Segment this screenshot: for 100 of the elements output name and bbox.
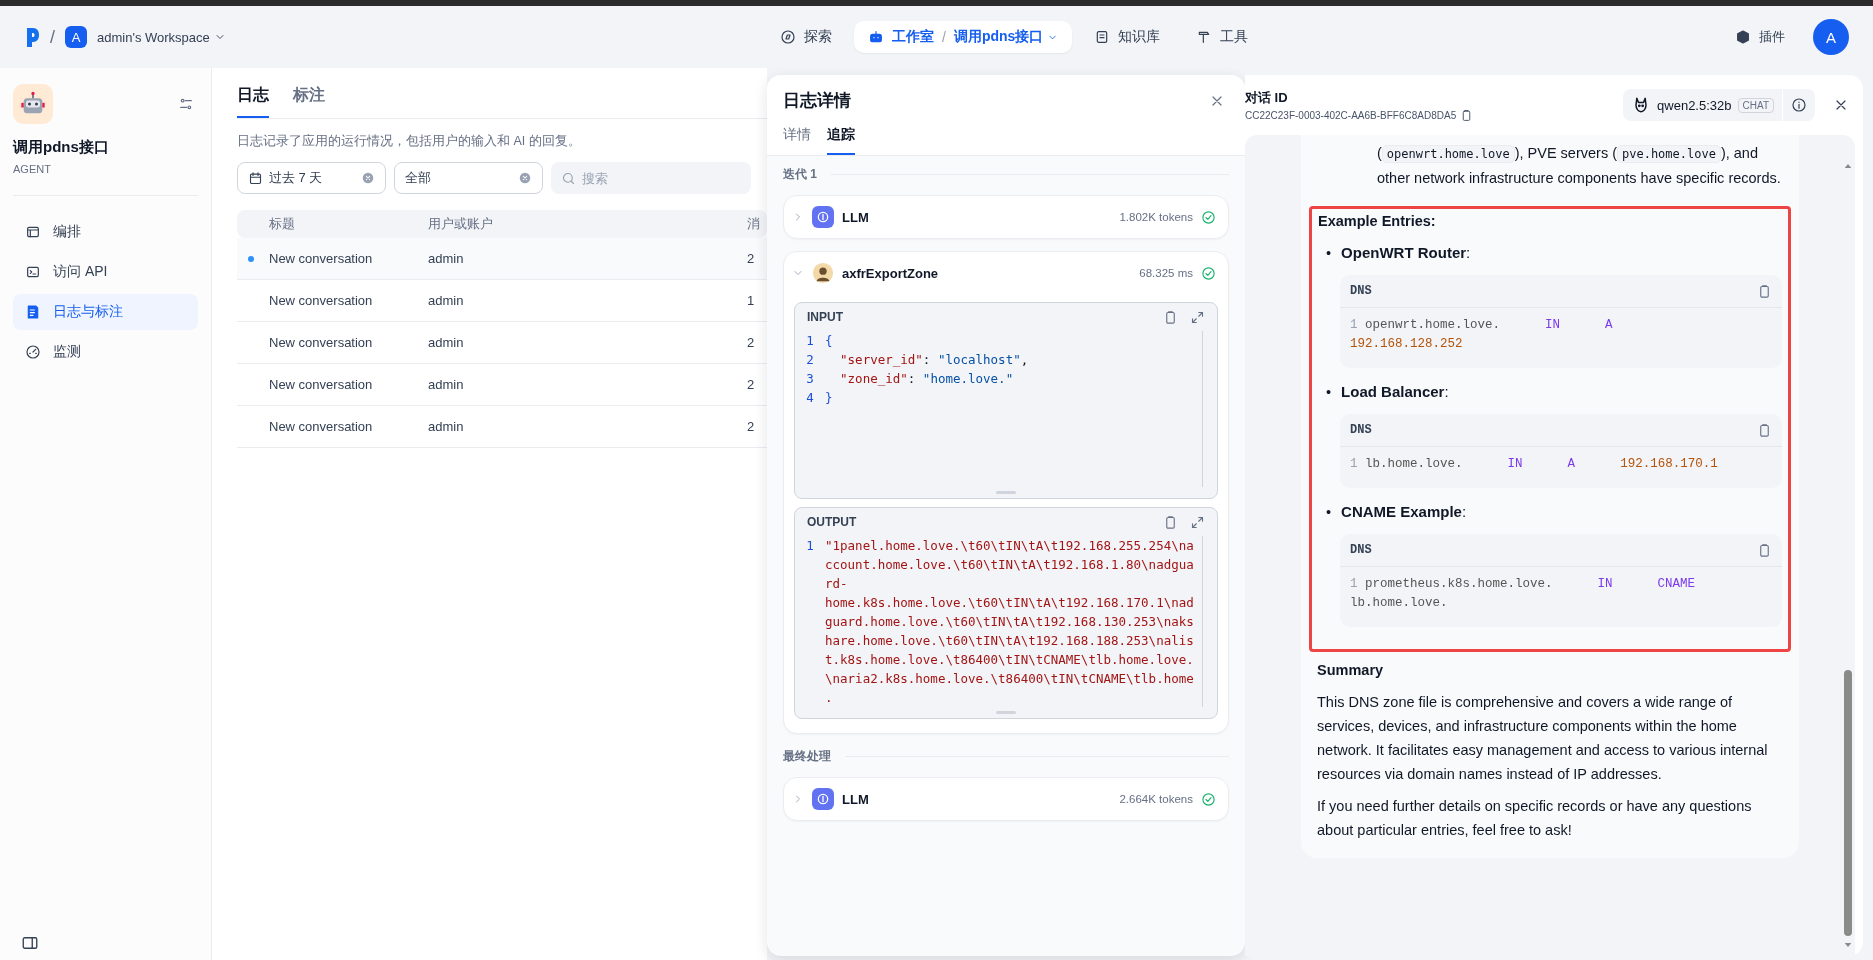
clear-icon[interactable]: [518, 171, 532, 185]
code-line: 1 prometheus.k8s.home.love. IN CNAME lb.home.love.: [1349, 576, 1697, 612]
node-metric: 68.325 ms: [1139, 267, 1193, 279]
table-cell-text: New conversation: [269, 377, 374, 392]
table-cell-text: 1: [747, 293, 756, 308]
conversation-id-label: 对话 ID: [1245, 88, 1289, 107]
workspace-avatar[interactable]: A: [65, 26, 87, 48]
list-item-label: CNAME Example:: [1341, 502, 1467, 522]
panel-title: 日志详情: [783, 90, 851, 112]
scrollbar-thumb[interactable]: [1844, 670, 1852, 936]
check-circle-icon: [1201, 265, 1216, 281]
code-language: DNS: [1350, 422, 1372, 439]
tab[interactable]: 标注: [293, 85, 325, 118]
app-type: AGENT: [13, 163, 52, 175]
line-number: 1: [805, 332, 815, 350]
breadcrumb-separator: /: [50, 26, 55, 48]
copy-icon[interactable]: [1757, 542, 1772, 558]
status-filter[interactable]: 全部: [394, 162, 543, 194]
node-name: LLM: [842, 791, 870, 807]
code-line: 1 lb.home.love. IN A 192.168.170.1: [1349, 456, 1719, 473]
message-text: ( openwrt.home.love ), PVE servers ( pve.home.love ), and other network infrastructure components have specific records.: [1376, 144, 1782, 188]
node-metric: 2.664K tokens: [1119, 793, 1193, 805]
node-name: axfrExportZone: [842, 265, 940, 281]
robot-icon: [868, 29, 884, 45]
table-cell-text: 2: [747, 335, 756, 350]
column-header: 消: [747, 215, 761, 233]
tab[interactable]: 详情: [783, 126, 811, 155]
line-number: 4: [805, 389, 815, 407]
code-line: "server_id": "localhost",: [839, 351, 1029, 369]
message-heading: Summary: [1317, 661, 1385, 680]
message-text: If you need further details on specific records or have any questions about particular entries, feel free to ask!: [1317, 797, 1753, 840]
list-item-label: Load Balancer:: [1341, 382, 1449, 402]
code-language: DNS: [1350, 542, 1372, 559]
expand-icon[interactable]: [1190, 514, 1205, 530]
table-cell-text: New conversation: [269, 419, 374, 434]
gauge-icon: [25, 344, 41, 360]
user-avatar[interactable]: A: [1813, 19, 1849, 55]
llm-icon: [812, 788, 834, 810]
sidebar-item[interactable]: 日志与标注: [13, 294, 198, 330]
app-switcher[interactable]: 调用pdns接口: [953, 28, 1059, 46]
search-field[interactable]: 搜索: [551, 162, 751, 194]
plugins-link[interactable]: 插件: [1735, 28, 1785, 46]
sidebar-toggle-icon[interactable]: [21, 934, 39, 952]
code-line: }: [825, 389, 833, 407]
line-number: 3: [805, 370, 815, 388]
node-name: LLM: [842, 209, 870, 225]
bullet: •: [1326, 383, 1332, 402]
settings-icon[interactable]: [178, 96, 194, 112]
copy-icon[interactable]: [1757, 422, 1772, 438]
sidebar-item[interactable]: 编排: [13, 214, 198, 250]
line-number: 1: [805, 537, 815, 555]
copy-icon[interactable]: [1163, 309, 1178, 325]
tab[interactable]: 日志: [237, 85, 269, 118]
table-cell-text: New conversation: [269, 251, 374, 266]
resize-handle[interactable]: [996, 491, 1016, 494]
check-circle-icon: [1201, 791, 1216, 807]
workspace-switcher[interactable]: admin's Workspace: [97, 29, 226, 45]
trace-node-card[interactable]: LLM 2.664K tokens: [783, 777, 1229, 821]
breadcrumb-separator: /: [942, 29, 946, 45]
bullet: •: [1326, 244, 1332, 263]
code-line: "zone_id": "home.love.": [839, 370, 1014, 388]
table-cell-text: admin: [428, 251, 465, 266]
code-line: "1panel.home.love.\t60\tIN\tA\t192.168.255.254\naccount.home.love.\t60\tIN\tA\t192.168.1.80\nadguard-home.k8s.home.love.\t60\tIN\tA\t192.168.170.1\nadguard.home.love.\t60\tIN\tA\t192.168.130.253\nakshare.home.love.\t60\tIN\tA\t192.168.188.253\nalist.k8s.home.love.\t86400\tIN\tCNAME\tlb.home.love.\naria2.k8s.home.love.\t86400\tIN\tCNAME\tlb.home.: [825, 537, 1195, 707]
table-cell-text: New conversation: [269, 293, 374, 308]
info-icon[interactable]: [1791, 97, 1807, 113]
resize-handle[interactable]: [996, 711, 1016, 714]
copy-icon[interactable]: [1163, 514, 1178, 530]
message-heading: Example Entries:: [1318, 212, 1437, 231]
cube-icon: [1735, 29, 1751, 45]
layout-icon: [25, 224, 41, 240]
trace-node-card[interactable]: LLM 1.802K tokens: [783, 195, 1229, 239]
copy-icon[interactable]: [1757, 283, 1772, 299]
sidebar-item[interactable]: 监测: [13, 334, 198, 370]
robot-icon: [13, 84, 53, 124]
nav-tab[interactable]: 工具: [1182, 21, 1263, 53]
nav-tab[interactable]: 工作室 / 调用pdns接口: [854, 21, 1073, 53]
table-cell-text: 2: [747, 377, 756, 392]
nav-tab[interactable]: 探索: [766, 21, 846, 53]
clear-icon[interactable]: [361, 171, 375, 185]
section-label: 迭代 1: [783, 166, 817, 183]
compass-icon: [780, 29, 796, 45]
table-cell-text: admin: [428, 377, 465, 392]
document-icon: [25, 304, 41, 320]
tab[interactable]: 追踪: [827, 126, 855, 155]
table-cell-text: admin: [428, 419, 465, 434]
node-metric: 1.802K tokens: [1119, 211, 1193, 223]
check-circle-icon: [1201, 209, 1216, 225]
table-cell-text: admin: [428, 293, 465, 308]
expand-icon[interactable]: [1190, 309, 1205, 325]
list-item-label: OpenWRT Router:: [1341, 243, 1471, 263]
table-cell-text: 2: [747, 251, 756, 266]
date-filter[interactable]: 过去 7 天: [237, 162, 386, 194]
column-header: 标题: [269, 215, 296, 233]
trace-node-card[interactable]: [783, 251, 1229, 734]
logo-icon[interactable]: [26, 26, 40, 48]
conversation-id: CC22C23F-0003-402C-AA6B-BFF6C8AD8DA5: [1245, 109, 1457, 121]
nav-tab[interactable]: 知识库: [1080, 21, 1175, 53]
code-label: OUTPUT: [807, 515, 858, 529]
sidebar-item[interactable]: 访问 API: [13, 254, 198, 290]
table-cell-text: admin: [428, 335, 465, 350]
